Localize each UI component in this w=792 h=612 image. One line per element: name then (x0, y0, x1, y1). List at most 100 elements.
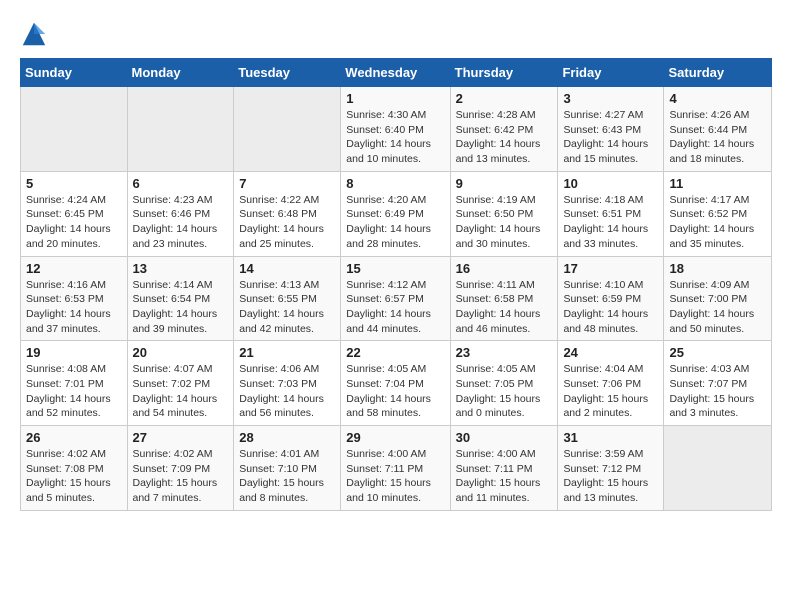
day-number: 26 (26, 430, 122, 445)
logo (20, 20, 52, 48)
day-number: 18 (669, 261, 766, 276)
calendar-cell: 8 Sunrise: 4:20 AM Sunset: 6:49 PM Daylig… (341, 171, 450, 256)
day-info: Sunrise: 4:04 AM Sunset: 7:06 PM Dayligh… (563, 362, 658, 421)
calendar-cell: 6 Sunrise: 4:23 AM Sunset: 6:46 PM Daylig… (127, 171, 234, 256)
calendar-cell: 10Sunrise: 4:18 AM Sunset: 6:51 PM Dayli… (558, 171, 664, 256)
calendar-week-4: 19 Sunrise: 4:08 AM Sunset: 7:01 PM Dayli… (21, 341, 772, 426)
day-number: 2 (456, 91, 553, 106)
weekday-header-sunday: Sunday (21, 59, 128, 87)
calendar-cell: 26 Sunrise: 4:02 AM Sunset: 7:08 PM Dayli… (21, 426, 128, 511)
calendar-cell: 17 Sunrise: 4:10 AM Sunset: 6:59 PM Dayli… (558, 256, 664, 341)
day-number: 7 (239, 176, 335, 191)
calendar-cell: 28Sunrise: 4:01 AM Sunset: 7:10 PM Dayli… (234, 426, 341, 511)
calendar-cell: 27Sunrise: 4:02 AM Sunset: 7:09 PM Dayli… (127, 426, 234, 511)
calendar-cell: 23 Sunrise: 4:05 AM Sunset: 7:05 PM Dayli… (450, 341, 558, 426)
calendar-cell: 25 Sunrise: 4:03 AM Sunset: 7:07 PM Dayli… (664, 341, 772, 426)
day-info: Sunrise: 4:28 AM Sunset: 6:42 PM Dayligh… (456, 108, 553, 167)
day-number: 4 (669, 91, 766, 106)
day-number: 23 (456, 345, 553, 360)
day-info: Sunrise: 4:20 AM Sunset: 6:49 PM Dayligh… (346, 193, 444, 252)
day-info: Sunrise: 4:30 AM Sunset: 6:40 PM Dayligh… (346, 108, 444, 167)
calendar-cell: 13Sunrise: 4:14 AM Sunset: 6:54 PM Dayli… (127, 256, 234, 341)
calendar-cell: 16Sunrise: 4:11 AM Sunset: 6:58 PM Dayli… (450, 256, 558, 341)
calendar-cell: 9 Sunrise: 4:19 AM Sunset: 6:50 PM Daylig… (450, 171, 558, 256)
calendar-cell: 2 Sunrise: 4:28 AM Sunset: 6:42 PM Daylig… (450, 87, 558, 172)
day-info: Sunrise: 4:10 AM Sunset: 6:59 PM Dayligh… (563, 278, 658, 337)
calendar-cell: 11 Sunrise: 4:17 AM Sunset: 6:52 PM Dayli… (664, 171, 772, 256)
day-info: Sunrise: 4:06 AM Sunset: 7:03 PM Dayligh… (239, 362, 335, 421)
weekday-header-saturday: Saturday (664, 59, 772, 87)
day-info: Sunrise: 4:22 AM Sunset: 6:48 PM Dayligh… (239, 193, 335, 252)
day-number: 15 (346, 261, 444, 276)
calendar-cell: 12 Sunrise: 4:16 AM Sunset: 6:53 PM Dayli… (21, 256, 128, 341)
day-info: Sunrise: 4:19 AM Sunset: 6:50 PM Dayligh… (456, 193, 553, 252)
day-number: 28 (239, 430, 335, 445)
day-info: Sunrise: 4:23 AM Sunset: 6:46 PM Dayligh… (133, 193, 229, 252)
day-number: 20 (133, 345, 229, 360)
calendar-cell: 1 Sunrise: 4:30 AM Sunset: 6:40 PM Daylig… (341, 87, 450, 172)
calendar-cell (234, 87, 341, 172)
calendar-cell: 5 Sunrise: 4:24 AM Sunset: 6:45 PM Daylig… (21, 171, 128, 256)
day-info: Sunrise: 4:13 AM Sunset: 6:55 PM Dayligh… (239, 278, 335, 337)
day-number: 27 (133, 430, 229, 445)
day-number: 17 (563, 261, 658, 276)
day-number: 24 (563, 345, 658, 360)
day-number: 30 (456, 430, 553, 445)
day-number: 11 (669, 176, 766, 191)
calendar-cell: 4 Sunrise: 4:26 AM Sunset: 6:44 PM Daylig… (664, 87, 772, 172)
calendar-cell: 14 Sunrise: 4:13 AM Sunset: 6:55 PM Dayli… (234, 256, 341, 341)
day-info: Sunrise: 4:05 AM Sunset: 7:05 PM Dayligh… (456, 362, 553, 421)
calendar-cell: 3 Sunrise: 4:27 AM Sunset: 6:43 PM Daylig… (558, 87, 664, 172)
day-number: 25 (669, 345, 766, 360)
day-info: Sunrise: 4:02 AM Sunset: 7:08 PM Dayligh… (26, 447, 122, 506)
calendar-week-5: 26 Sunrise: 4:02 AM Sunset: 7:08 PM Dayli… (21, 426, 772, 511)
day-number: 10 (563, 176, 658, 191)
calendar-week-2: 5 Sunrise: 4:24 AM Sunset: 6:45 PM Daylig… (21, 171, 772, 256)
calendar-cell: 7 Sunrise: 4:22 AM Sunset: 6:48 PM Daylig… (234, 171, 341, 256)
calendar-cell: 19 Sunrise: 4:08 AM Sunset: 7:01 PM Dayli… (21, 341, 128, 426)
weekday-header-friday: Friday (558, 59, 664, 87)
day-info: Sunrise: 4:27 AM Sunset: 6:43 PM Dayligh… (563, 108, 658, 167)
day-number: 9 (456, 176, 553, 191)
calendar-cell: 22 Sunrise: 4:05 AM Sunset: 7:04 PM Dayli… (341, 341, 450, 426)
day-info: Sunrise: 4:12 AM Sunset: 6:57 PM Dayligh… (346, 278, 444, 337)
day-number: 3 (563, 91, 658, 106)
day-number: 14 (239, 261, 335, 276)
day-info: Sunrise: 4:03 AM Sunset: 7:07 PM Dayligh… (669, 362, 766, 421)
calendar-cell (664, 426, 772, 511)
calendar-cell: 15 Sunrise: 4:12 AM Sunset: 6:57 PM Dayli… (341, 256, 450, 341)
day-info: Sunrise: 4:26 AM Sunset: 6:44 PM Dayligh… (669, 108, 766, 167)
day-info: Sunrise: 4:09 AM Sunset: 7:00 PM Dayligh… (669, 278, 766, 337)
day-number: 21 (239, 345, 335, 360)
day-info: Sunrise: 4:11 AM Sunset: 6:58 PM Dayligh… (456, 278, 553, 337)
calendar-week-3: 12 Sunrise: 4:16 AM Sunset: 6:53 PM Dayli… (21, 256, 772, 341)
calendar-cell: 30 Sunrise: 4:00 AM Sunset: 7:11 PM Dayli… (450, 426, 558, 511)
day-number: 8 (346, 176, 444, 191)
calendar-cell: 21 Sunrise: 4:06 AM Sunset: 7:03 PM Dayli… (234, 341, 341, 426)
day-number: 13 (133, 261, 229, 276)
day-number: 12 (26, 261, 122, 276)
day-number: 6 (133, 176, 229, 191)
day-info: Sunrise: 4:17 AM Sunset: 6:52 PM Dayligh… (669, 193, 766, 252)
day-number: 5 (26, 176, 122, 191)
day-number: 29 (346, 430, 444, 445)
day-info: Sunrise: 4:05 AM Sunset: 7:04 PM Dayligh… (346, 362, 444, 421)
weekday-header-monday: Monday (127, 59, 234, 87)
day-number: 1 (346, 91, 444, 106)
calendar-cell (127, 87, 234, 172)
weekday-header-wednesday: Wednesday (341, 59, 450, 87)
day-info: Sunrise: 4:00 AM Sunset: 7:11 PM Dayligh… (346, 447, 444, 506)
day-info: Sunrise: 4:08 AM Sunset: 7:01 PM Dayligh… (26, 362, 122, 421)
calendar-cell: 29 Sunrise: 4:00 AM Sunset: 7:11 PM Dayli… (341, 426, 450, 511)
day-info: Sunrise: 4:16 AM Sunset: 6:53 PM Dayligh… (26, 278, 122, 337)
weekday-header-thursday: Thursday (450, 59, 558, 87)
calendar-cell: 20Sunrise: 4:07 AM Sunset: 7:02 PM Dayli… (127, 341, 234, 426)
day-info: Sunrise: 4:00 AM Sunset: 7:11 PM Dayligh… (456, 447, 553, 506)
day-number: 19 (26, 345, 122, 360)
calendar-table: SundayMondayTuesdayWednesdayThursdayFrid… (20, 58, 772, 511)
weekday-header-tuesday: Tuesday (234, 59, 341, 87)
calendar-week-1: 1 Sunrise: 4:30 AM Sunset: 6:40 PM Daylig… (21, 87, 772, 172)
day-number: 22 (346, 345, 444, 360)
day-info: Sunrise: 4:24 AM Sunset: 6:45 PM Dayligh… (26, 193, 122, 252)
calendar-cell: 18 Sunrise: 4:09 AM Sunset: 7:00 PM Dayli… (664, 256, 772, 341)
